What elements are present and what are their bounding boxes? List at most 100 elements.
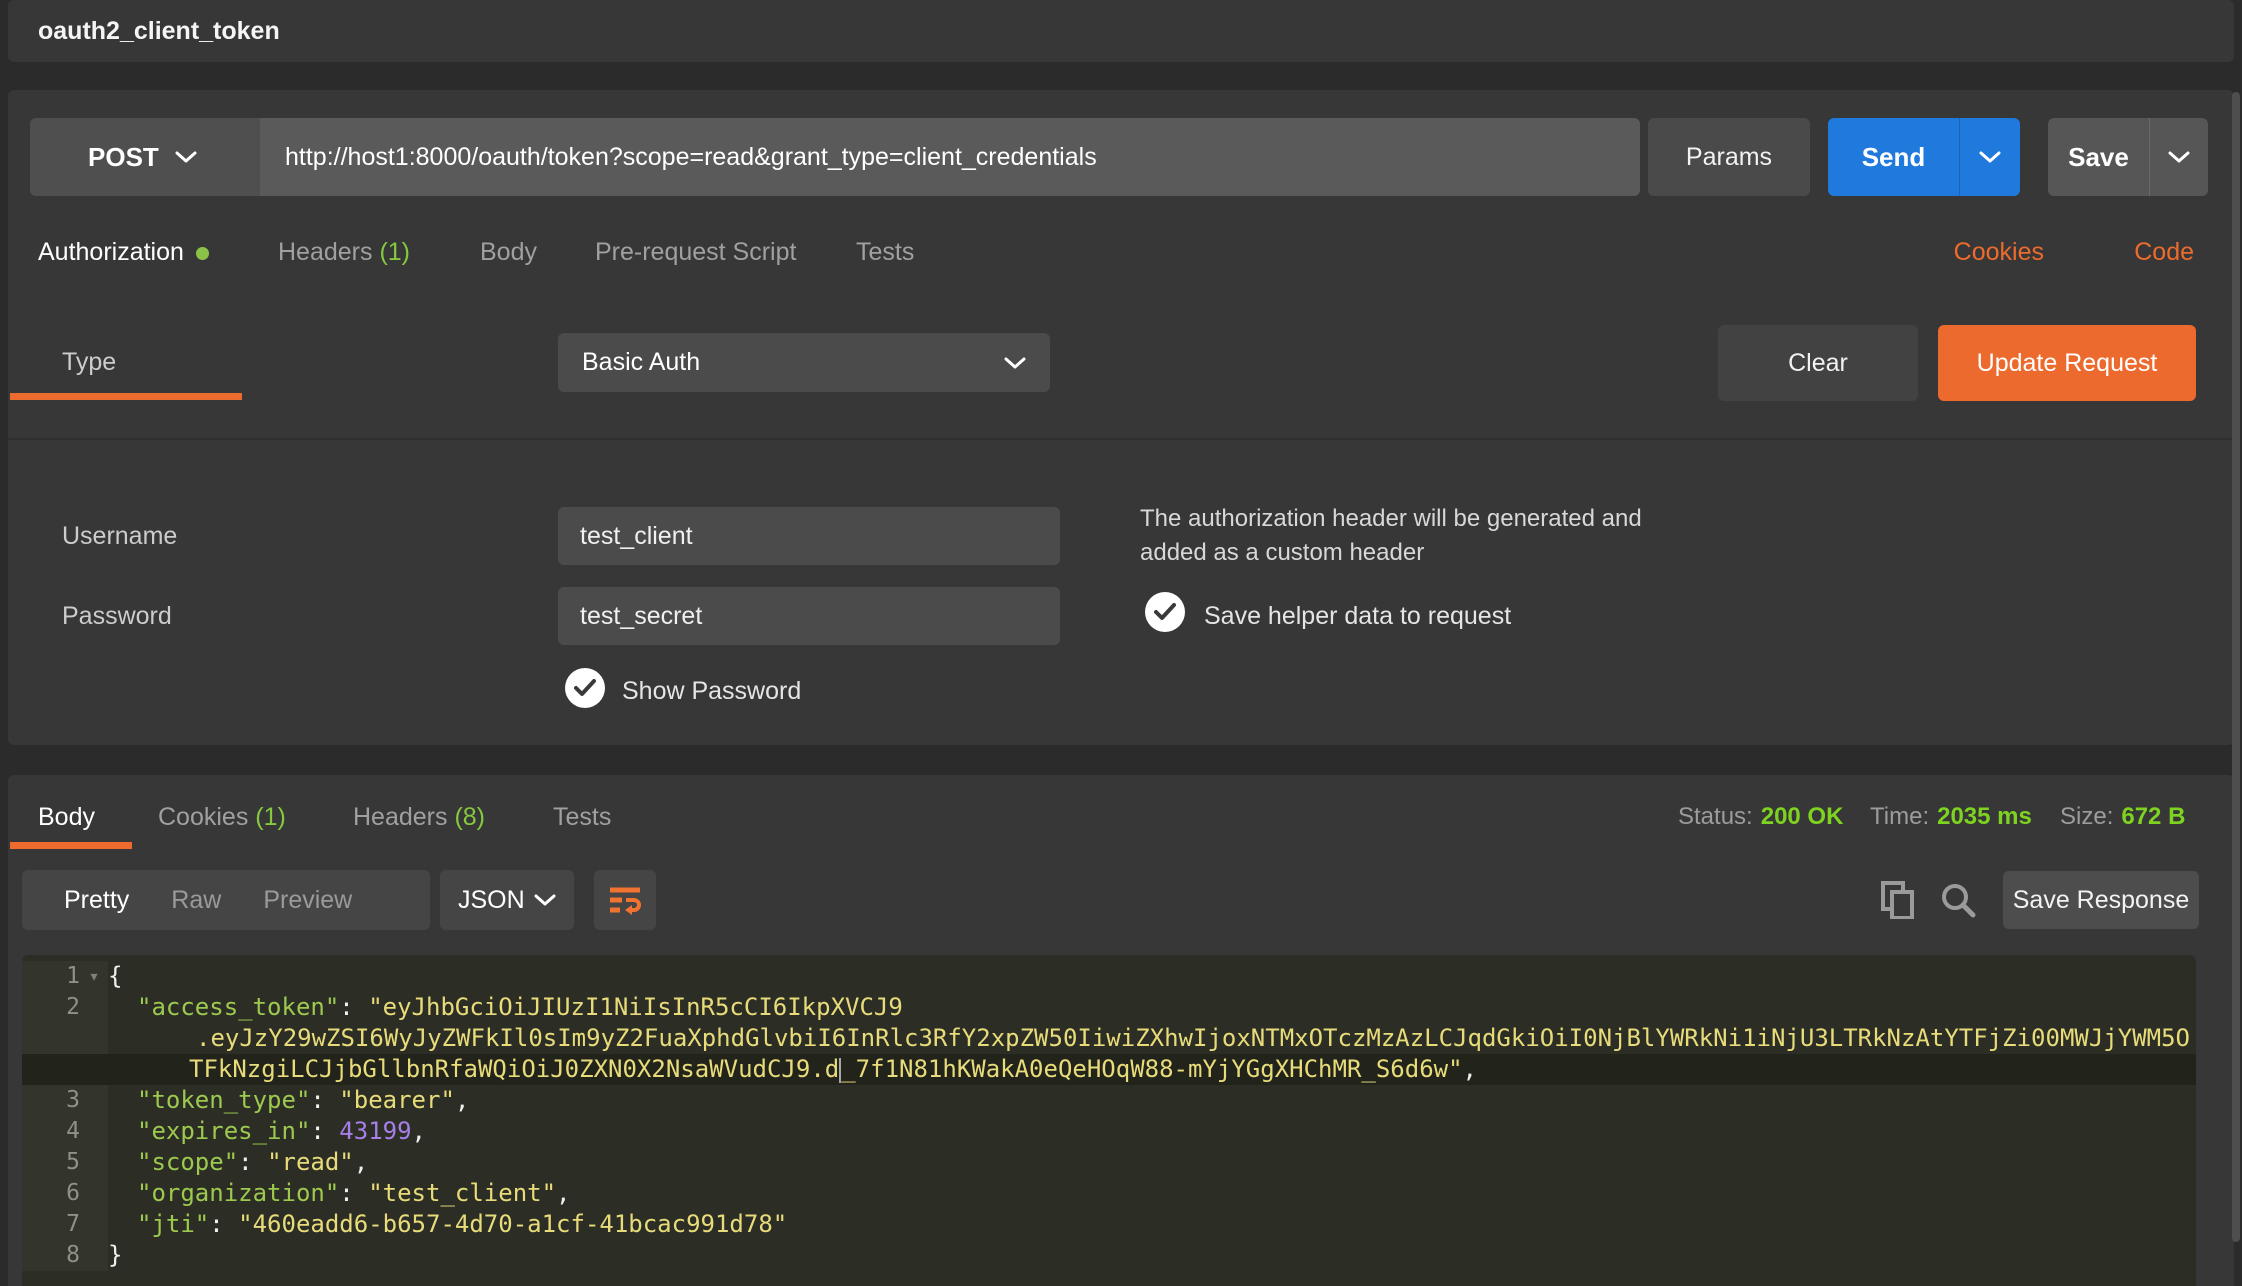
response-body-editor[interactable]: 1▾{2 "access_token": "eyJhbGciOiJIUzI1NiI… — [22, 955, 2196, 1286]
code-token: "test_client" — [368, 1179, 556, 1207]
username-input[interactable] — [558, 507, 1060, 565]
code-token: "bearer" — [339, 1086, 455, 1114]
check-icon — [574, 679, 596, 697]
code-token: "460eadd6-b657-4d70-a1cf-41bcac991d78" — [238, 1210, 787, 1238]
type-label: Type — [62, 348, 116, 377]
url-input[interactable] — [260, 118, 1640, 196]
code-token: : — [339, 1179, 368, 1207]
format-select[interactable]: JSON — [440, 870, 574, 930]
vertical-scrollbar[interactable] — [2232, 92, 2240, 1242]
response-tab-headers[interactable]: Headers (8) — [353, 803, 485, 832]
line-number-gutter — [22, 1023, 108, 1054]
active-tab-underline — [10, 393, 242, 400]
password-input[interactable] — [558, 587, 1060, 645]
view-mode-raw[interactable]: Raw — [171, 886, 221, 915]
chevron-down-icon — [175, 151, 197, 163]
save-helper-label: Save helper data to request — [1204, 602, 1511, 631]
tab-label: Headers — [278, 238, 373, 266]
save-response-button[interactable]: Save Response — [2003, 871, 2199, 929]
view-mode-group: Pretty Raw Preview — [22, 870, 430, 930]
line-number-gutter: 2 — [22, 992, 108, 1023]
tab-pre-request-script[interactable]: Pre-request Script — [595, 238, 796, 267]
code-token: "access_token" — [137, 993, 339, 1021]
tab-authorization[interactable]: Authorization — [38, 238, 209, 267]
wrap-lines-icon — [608, 885, 642, 915]
code-link[interactable]: Code — [2134, 238, 2194, 267]
auth-configured-dot — [196, 247, 209, 260]
code-token: "eyJhbGciOiJIUzI1NiIsInR5cCI6IkpXVCJ9 — [368, 993, 903, 1021]
code-token: : — [238, 1148, 267, 1176]
send-label[interactable]: Send — [1828, 118, 1960, 196]
code-token: "read" — [267, 1148, 354, 1176]
save-label[interactable]: Save — [2048, 118, 2150, 196]
line-number-gutter — [22, 1054, 108, 1085]
search-button[interactable] — [1933, 875, 1983, 925]
save-button[interactable]: Save — [2048, 118, 2208, 196]
search-icon — [1940, 882, 1976, 918]
tab-headers[interactable]: Headers (1) — [278, 238, 410, 267]
tab-label: Tests — [856, 238, 914, 266]
response-tab-body[interactable]: Body — [38, 803, 95, 832]
tab-body[interactable]: Body — [480, 238, 537, 267]
code-lines: 1▾{2 "access_token": "eyJhbGciOiJIUzI1NiI… — [22, 961, 2196, 1271]
code-row: 7"jti": "460eadd6-b657-4d70-a1cf-41bcac9… — [22, 1209, 2196, 1240]
save-dropdown[interactable] — [2150, 118, 2208, 196]
code-token: : — [209, 1210, 238, 1238]
size-value: 672 B — [2121, 803, 2185, 830]
tab-label: Cookies — [158, 803, 248, 831]
fold-icon[interactable]: ▾ — [80, 961, 108, 992]
view-mode-pretty[interactable]: Pretty — [64, 886, 129, 915]
tab-label: Headers — [353, 803, 448, 831]
code-row: 1▾{ — [22, 961, 2196, 992]
response-tab-tests[interactable]: Tests — [553, 803, 611, 832]
chevron-down-icon — [534, 894, 556, 906]
app-window: oauth2_client_token POST Params Send Sav… — [0, 0, 2242, 1286]
code-token: .eyJzY29wZSI6WyJyZWFkIl0sIm9yZ2FuaXphdGl… — [196, 1024, 2190, 1052]
code-token: "jti" — [137, 1210, 209, 1238]
show-password-checkbox[interactable] — [565, 668, 605, 708]
code-token: , — [556, 1179, 570, 1207]
code-token: : — [310, 1117, 339, 1145]
tab-count: (8) — [454, 803, 485, 831]
send-dropdown[interactable] — [1960, 118, 2020, 196]
method-select[interactable]: POST — [30, 118, 260, 196]
response-tab-cookies[interactable]: Cookies (1) — [158, 803, 286, 832]
auth-helper-note: The authorization header will be generat… — [1140, 502, 1642, 570]
params-label: Params — [1686, 143, 1772, 172]
password-label: Password — [62, 602, 172, 631]
line-number-gutter: 4 — [22, 1116, 108, 1147]
code-token: _7f1N81hKWakA0eQeHOqW88-mYjYGgXHChMR_S6d… — [841, 1055, 1462, 1083]
request-builder-panel: POST Params Send Save — [8, 90, 2234, 745]
tab-label: Body — [38, 803, 95, 831]
save-response-label: Save Response — [2013, 886, 2190, 915]
time-value: 2035 ms — [1937, 803, 2032, 830]
code-token: : — [339, 993, 368, 1021]
copy-icon — [1881, 881, 1915, 919]
code-token: "expires_in" — [137, 1117, 310, 1145]
request-title-bar: oauth2_client_token — [8, 0, 2234, 62]
clear-button[interactable]: Clear — [1718, 325, 1918, 401]
check-icon — [1154, 603, 1176, 621]
view-mode-preview[interactable]: Preview — [263, 886, 352, 915]
code-row: 2 "access_token": "eyJhbGciOiJIUzI1NiIsIn… — [22, 992, 2196, 1023]
size-badge: Size:672 B — [2060, 803, 2185, 831]
save-helper-checkbox[interactable] — [1145, 592, 1185, 632]
clear-label: Clear — [1788, 349, 1848, 378]
send-button[interactable]: Send — [1828, 118, 2020, 196]
copy-button[interactable] — [1873, 875, 1923, 925]
code-row: 8} — [22, 1240, 2196, 1271]
auth-type-select[interactable]: Basic Auth — [558, 333, 1050, 392]
line-number-gutter: 3 — [22, 1085, 108, 1116]
params-button[interactable]: Params — [1648, 118, 1810, 196]
wrap-lines-button[interactable] — [594, 870, 656, 930]
auth-type-value: Basic Auth — [582, 348, 700, 377]
cookies-link[interactable]: Cookies — [1954, 238, 2044, 267]
request-tabs: Authorization Headers (1) Body Pre-reque… — [8, 210, 2234, 290]
update-request-button[interactable]: Update Request — [1938, 325, 2196, 401]
response-panel: Body Cookies (1) Headers (8) Tests Statu… — [8, 775, 2234, 1286]
tab-tests[interactable]: Tests — [856, 238, 914, 267]
username-label: Username — [62, 522, 177, 551]
code-token: 43199 — [339, 1117, 411, 1145]
chevron-down-icon — [1979, 151, 2001, 163]
code-token: , — [354, 1148, 368, 1176]
